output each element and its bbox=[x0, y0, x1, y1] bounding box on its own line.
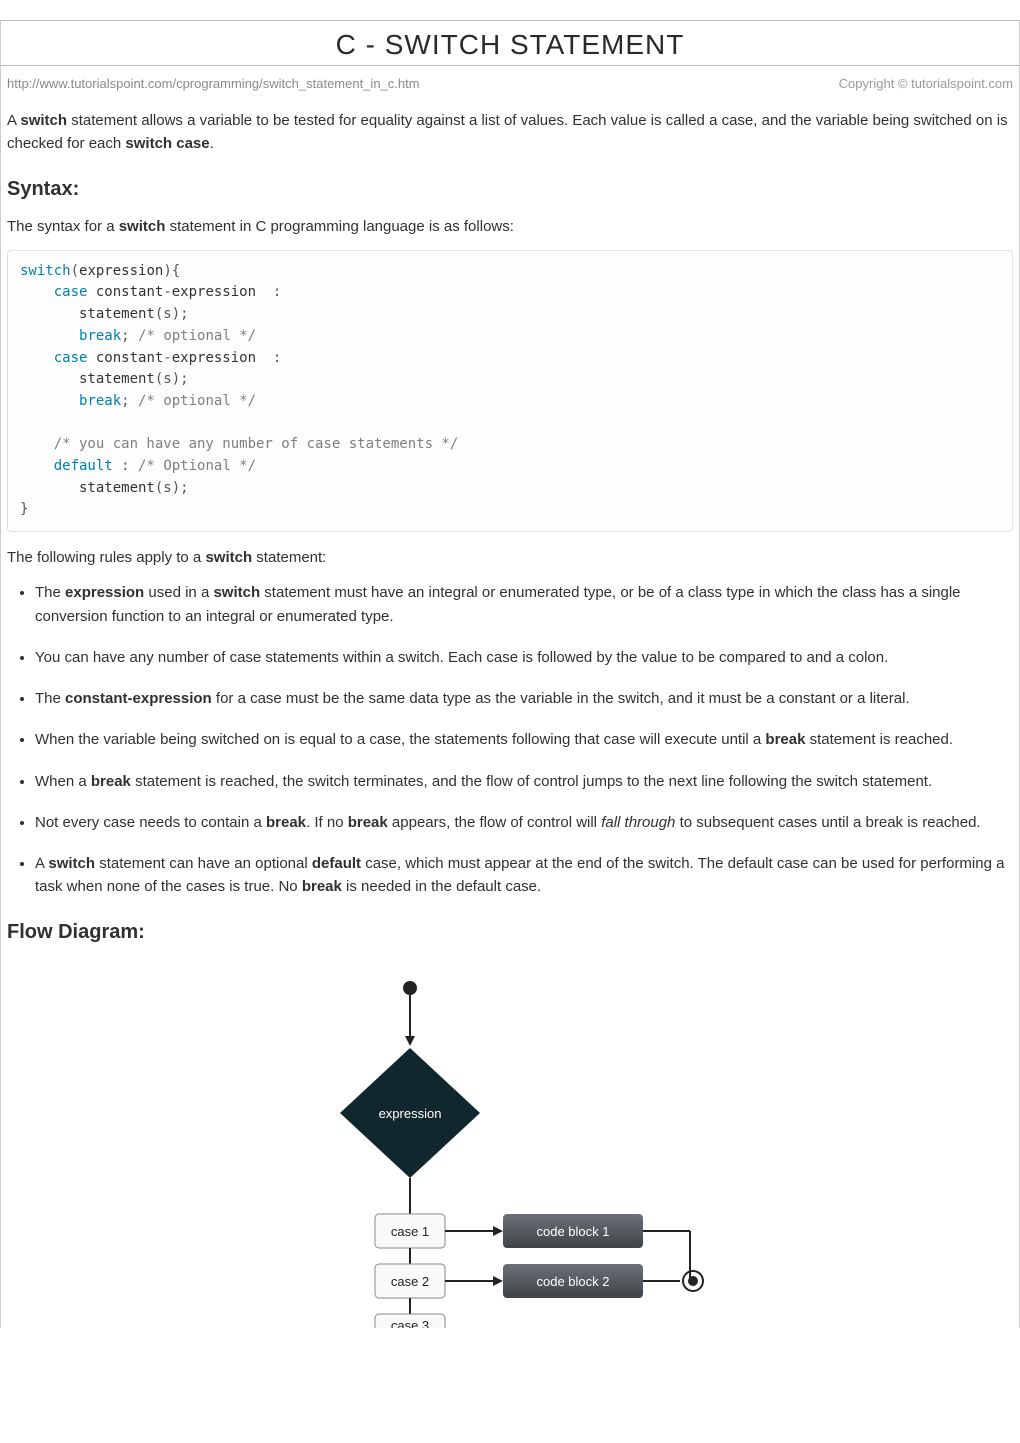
arrowhead-icon bbox=[493, 1276, 503, 1286]
article-page: C - SWITCH STATEMENT http://www.tutorial… bbox=[0, 20, 1020, 1328]
content: A switch statement allows a variable to … bbox=[1, 109, 1019, 1328]
rule-bottom bbox=[1, 65, 1019, 66]
source-url: http://www.tutorialspoint.com/cprogrammi… bbox=[7, 76, 420, 91]
copyright: Copyright © tutorialspoint.com bbox=[839, 76, 1013, 91]
arrowhead-icon bbox=[405, 1036, 415, 1046]
rules-intro: The following rules apply to a switch st… bbox=[7, 546, 1013, 569]
flow-diagram: expression case 1 code block 1 case bbox=[290, 968, 730, 1328]
rule-item: A switch statement can have an optional … bbox=[35, 852, 1013, 899]
block2-label: code block 2 bbox=[537, 1274, 610, 1289]
case1-label: case 1 bbox=[391, 1224, 429, 1239]
rule-item: The expression used in a switch statemen… bbox=[35, 581, 1013, 628]
flow-heading: Flow Diagram: bbox=[7, 917, 1013, 948]
rule-item: When the variable being switched on is e… bbox=[35, 728, 1013, 751]
syntax-heading: Syntax: bbox=[7, 174, 1013, 205]
arrowhead-icon bbox=[493, 1226, 503, 1236]
rules-list: The expression used in a switch statemen… bbox=[7, 581, 1013, 898]
code-block: switch(expression){ case constant-expres… bbox=[7, 250, 1013, 532]
page-title: C - SWITCH STATEMENT bbox=[1, 29, 1019, 61]
end-dot bbox=[688, 1276, 698, 1286]
intro-paragraph: A switch statement allows a variable to … bbox=[7, 109, 1013, 156]
syntax-intro: The syntax for a switch statement in C p… bbox=[7, 215, 1013, 238]
block1-label: code block 1 bbox=[537, 1224, 610, 1239]
rule-item: When a break statement is reached, the s… bbox=[35, 770, 1013, 793]
rule-top bbox=[1, 20, 1019, 21]
case2-label: case 2 bbox=[391, 1274, 429, 1289]
expression-label: expression bbox=[379, 1106, 442, 1121]
flow-diagram-wrap: expression case 1 code block 1 case bbox=[7, 958, 1013, 1328]
case3-label: case 3 bbox=[391, 1318, 429, 1328]
start-node bbox=[403, 981, 417, 995]
rule-item: Not every case needs to contain a break.… bbox=[35, 811, 1013, 834]
rule-item: The constant-expression for a case must … bbox=[35, 687, 1013, 710]
meta-row: http://www.tutorialspoint.com/cprogrammi… bbox=[1, 76, 1019, 105]
rule-item: You can have any number of case statemen… bbox=[35, 646, 1013, 669]
